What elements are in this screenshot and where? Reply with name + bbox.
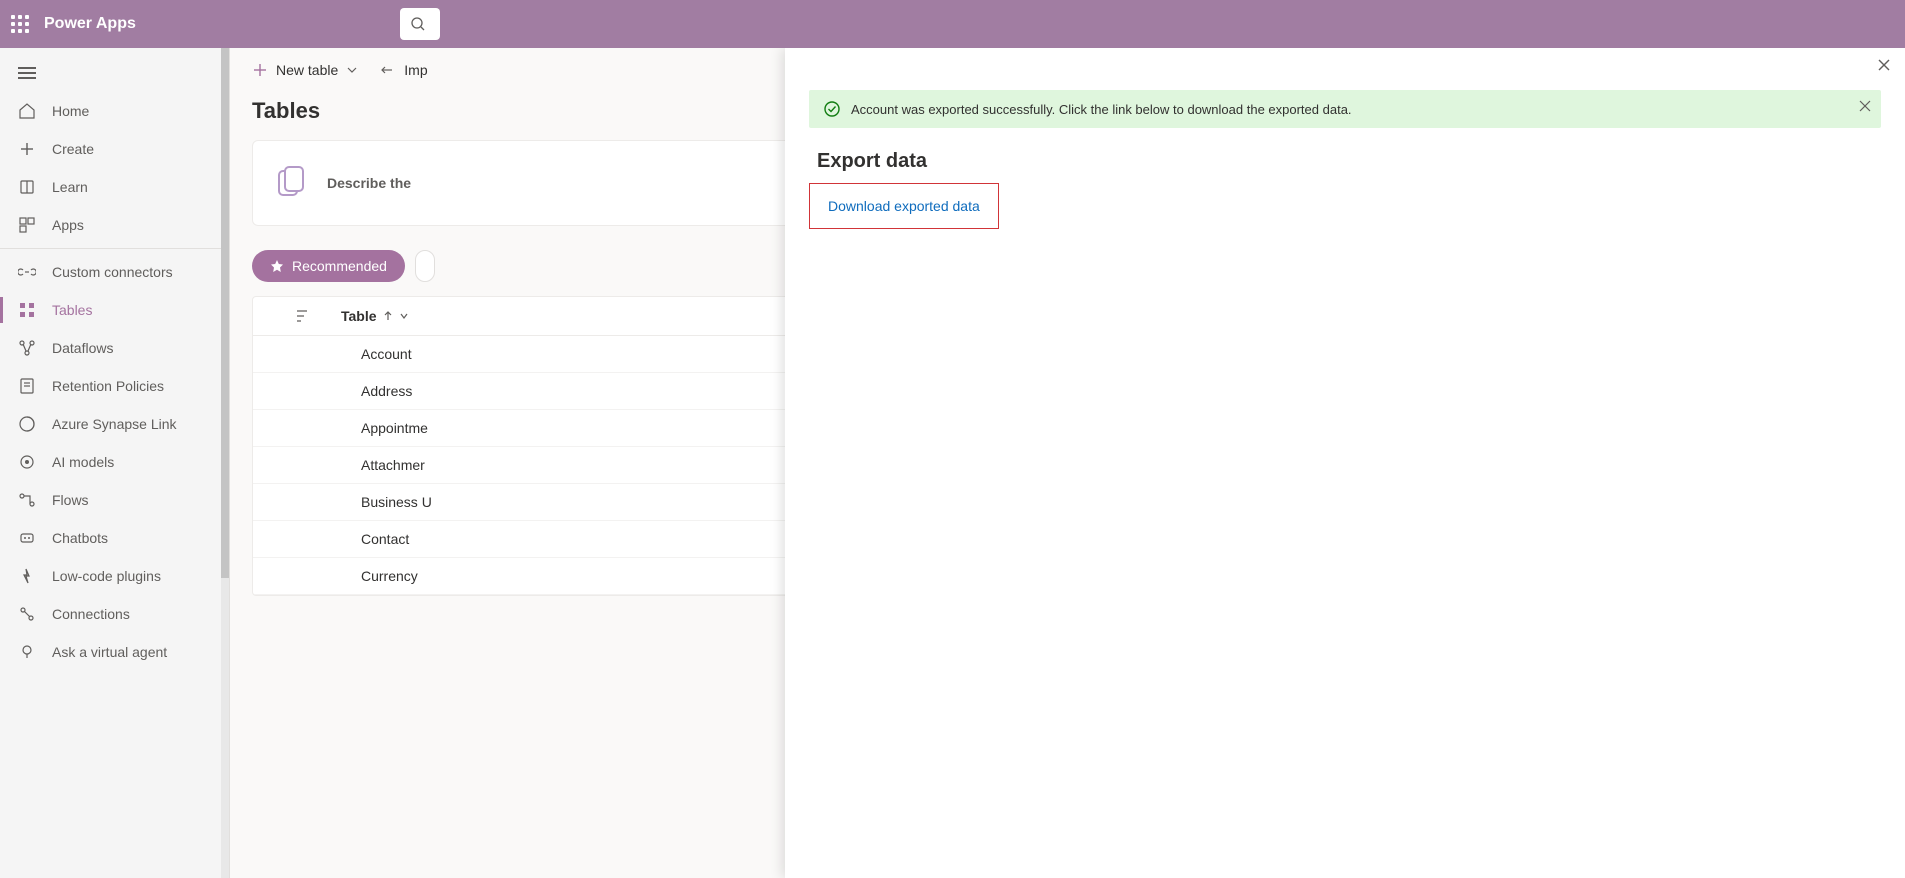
export-panel: Account was exported successfully. Click… xyxy=(785,48,1905,878)
nav-connections[interactable]: Connections xyxy=(0,595,229,633)
plugin-icon xyxy=(18,567,36,585)
book-icon xyxy=(18,178,36,196)
sidebar: Home Create Learn Apps Custom connectors… xyxy=(0,48,230,878)
chatbot-icon xyxy=(18,529,36,547)
nav-label: Tables xyxy=(52,302,92,318)
pill-recommended[interactable]: Recommended xyxy=(252,250,405,282)
download-link[interactable]: Download exported data xyxy=(828,198,980,214)
nav-chatbots[interactable]: Chatbots xyxy=(0,519,229,557)
nav-custom-connectors[interactable]: Custom connectors xyxy=(0,253,229,291)
describe-label: Describe the xyxy=(327,175,411,191)
nav-synapse-link[interactable]: Azure Synapse Link xyxy=(0,405,229,443)
nav-retention-policies[interactable]: Retention Policies xyxy=(0,367,229,405)
nav-label: Flows xyxy=(52,492,89,508)
nav-ai-models[interactable]: AI models xyxy=(0,443,229,481)
search-box[interactable] xyxy=(400,8,440,40)
chevron-down-icon xyxy=(399,311,409,321)
nav-flows[interactable]: Flows xyxy=(0,481,229,519)
nav-label: Retention Policies xyxy=(52,378,164,394)
nav-learn[interactable]: Learn xyxy=(0,168,229,206)
cell-tablename: Contact xyxy=(361,531,409,547)
cell-tablename: Appointme xyxy=(361,420,428,436)
connector-icon xyxy=(18,263,36,281)
waffle-icon[interactable] xyxy=(10,14,30,34)
star-icon xyxy=(270,259,284,273)
download-highlight-box: Download exported data xyxy=(809,183,999,229)
nav-label: Dataflows xyxy=(52,340,113,356)
notice-close-button[interactable] xyxy=(1859,100,1871,112)
policy-icon xyxy=(18,377,36,395)
nav-apps[interactable]: Apps xyxy=(0,206,229,244)
home-icon xyxy=(18,102,36,120)
cell-tablename: Account xyxy=(361,346,412,362)
import-icon xyxy=(380,62,396,78)
nav-label: Azure Synapse Link xyxy=(52,416,177,432)
content-area: New table Imp Tables Describe the Recomm… xyxy=(230,48,1905,878)
agent-icon xyxy=(18,643,36,661)
nav-create[interactable]: Create xyxy=(0,130,229,168)
app-header: Power Apps xyxy=(0,0,1905,48)
cell-tablename: Address xyxy=(361,383,412,399)
ai-icon xyxy=(18,453,36,471)
nav-label: Custom connectors xyxy=(52,264,173,280)
arrow-up-icon xyxy=(383,311,393,321)
new-table-button[interactable]: New table xyxy=(252,62,358,78)
nav-label: Create xyxy=(52,141,94,157)
pill-more[interactable] xyxy=(415,250,435,282)
nav-label: Apps xyxy=(52,217,84,233)
apps-icon xyxy=(18,216,36,234)
cell-tablename: Attachmer xyxy=(361,457,425,473)
cell-tablename: Business U xyxy=(361,494,432,510)
copilot-icon xyxy=(273,165,309,201)
notice-text: Account was exported successfully. Click… xyxy=(851,102,1352,117)
nav-label: Ask a virtual agent xyxy=(52,644,167,660)
panel-title: Export data xyxy=(817,150,1881,173)
nav-plugins[interactable]: Low-code plugins xyxy=(0,557,229,595)
column-table[interactable]: Table xyxy=(341,308,409,324)
nav-label: Connections xyxy=(52,606,130,622)
import-label: Imp xyxy=(404,62,427,78)
close-icon xyxy=(1877,58,1891,72)
pill-label: Recommended xyxy=(292,258,387,274)
nav-label: Learn xyxy=(52,179,88,195)
dataflow-icon xyxy=(18,339,36,357)
synapse-icon xyxy=(18,415,36,433)
cell-tablename: Currency xyxy=(361,568,418,584)
new-table-label: New table xyxy=(276,62,338,78)
close-icon xyxy=(1859,100,1871,112)
grid-icon xyxy=(18,301,36,319)
nav-label: AI models xyxy=(52,454,114,470)
nav-virtual-agent[interactable]: Ask a virtual agent xyxy=(0,633,229,671)
nav-home[interactable]: Home xyxy=(0,92,229,130)
nav-dataflows[interactable]: Dataflows xyxy=(0,329,229,367)
flow-icon xyxy=(18,491,36,509)
column-label: Table xyxy=(341,308,377,324)
nav-label: Chatbots xyxy=(52,530,108,546)
panel-close-button[interactable] xyxy=(1877,58,1891,72)
success-notice: Account was exported successfully. Click… xyxy=(809,90,1881,128)
nav-label: Home xyxy=(52,103,89,119)
nav-tables[interactable]: Tables xyxy=(0,291,229,329)
connections-icon xyxy=(18,605,36,623)
import-button[interactable]: Imp xyxy=(380,62,427,78)
hamburger-icon[interactable] xyxy=(0,48,229,92)
plus-icon xyxy=(18,140,36,158)
chevron-down-icon xyxy=(346,64,358,76)
app-title: Power Apps xyxy=(44,15,136,33)
sort-icon[interactable] xyxy=(271,307,311,325)
sidebar-scrollbar-thumb[interactable] xyxy=(221,48,229,578)
nav-divider xyxy=(0,248,229,249)
check-circle-icon xyxy=(823,100,841,118)
plus-icon xyxy=(252,62,268,78)
nav-label: Low-code plugins xyxy=(52,568,161,584)
search-icon xyxy=(410,16,426,32)
